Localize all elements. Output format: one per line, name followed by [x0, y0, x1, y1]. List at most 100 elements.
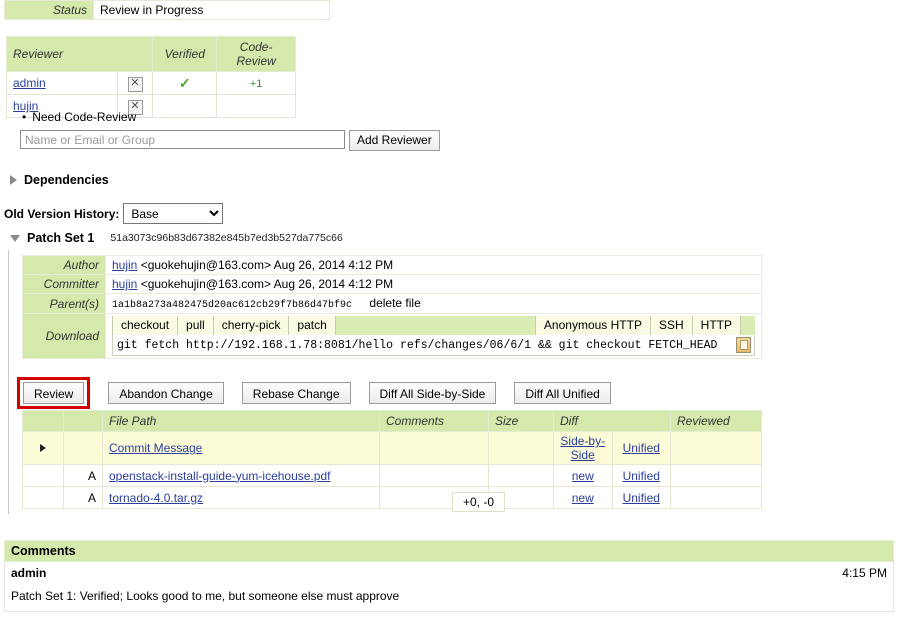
code-review-column-header: Code-Review: [216, 36, 296, 72]
comments-heading: Comments: [4, 540, 894, 562]
code-review-score: +1: [249, 78, 263, 90]
diff-side-by-side-cell: Side-by-Side: [553, 431, 613, 465]
expand-cell[interactable]: [22, 431, 64, 465]
download-scheme-anonymous-http[interactable]: Anonymous HTTP: [535, 316, 651, 335]
committer-row: Committer hujin <guokehujin@163.com> Aug…: [22, 274, 762, 294]
file-link-commit-message[interactable]: Commit Message: [109, 441, 202, 455]
diff-all-unified-button[interactable]: Diff All Unified: [514, 382, 611, 404]
reviewed-column-header: Reviewed: [670, 410, 762, 432]
file-size-cell: [488, 464, 554, 487]
file-table: File Path Comments Size Diff Reviewed Co…: [22, 410, 762, 509]
file-path-cell: tornado-4.0.tar.gz: [102, 486, 380, 509]
verified-cell: ✓: [152, 71, 218, 95]
status-table: Status Review in Progress: [4, 0, 330, 20]
file-table-header-row: File Path Comments Size Diff Reviewed: [22, 410, 762, 432]
status-value: Review in Progress: [93, 0, 330, 20]
diff-unified-cell: Unified: [611, 486, 671, 509]
file-path-cell: Commit Message: [102, 431, 380, 465]
review-button-highlight: Review: [17, 377, 91, 409]
author-link[interactable]: hujin: [112, 258, 137, 272]
download-tab-pull[interactable]: pull: [178, 316, 214, 335]
committer-link[interactable]: hujin: [112, 277, 137, 291]
download-command-text: git fetch http://192.168.1.78:8081/hello…: [117, 338, 718, 352]
diff-side-by-side-link[interactable]: Side-by-Side: [560, 434, 605, 462]
file-status-cell: [63, 431, 103, 465]
committer-value: hujin <guokehujin@163.com> Aug 26, 2014 …: [105, 274, 762, 294]
committer-email: <guokehujin@163.com>: [140, 277, 271, 291]
remove-reviewer-cell: ✕: [116, 71, 154, 95]
download-tab-patch[interactable]: patch: [289, 316, 336, 335]
parents-value: 1a1b8a273a482475d20ac612cb29f7b86d47bf9c…: [105, 293, 762, 314]
reviewers-table: Reviewer Verified Code-Review admin ✕ ✓ …: [5, 36, 296, 118]
patch-set-info-panel: Author hujin <guokehujin@163.com> Aug 26…: [22, 255, 762, 359]
author-value: hujin <guokehujin@163.com> Aug 26, 2014 …: [105, 255, 762, 275]
file-reviewed-cell: [670, 431, 762, 465]
author-email: <guokehujin@163.com>: [140, 258, 271, 272]
review-button[interactable]: Review: [23, 382, 85, 404]
file-status-cell: A: [63, 464, 103, 487]
file-reviewed-cell: [670, 486, 762, 509]
check-icon: ✓: [178, 74, 191, 91]
table-row: A openstack-install-guide-yum-icehouse.p…: [22, 464, 762, 487]
download-tabs-end-spacer: [741, 316, 755, 335]
diff-unified-link[interactable]: Unified: [623, 491, 660, 505]
action-button-row: Review Abandon Change Rebase Change Diff…: [17, 377, 611, 409]
diff-new-link[interactable]: new: [572, 469, 594, 483]
file-size-cell: [488, 431, 554, 465]
download-row: Download checkout pull cherry-pick patch…: [22, 313, 762, 359]
chevron-right-icon[interactable]: [40, 444, 46, 452]
old-version-history-row: Old Version History: Base: [4, 203, 224, 224]
download-value: checkout pull cherry-pick patch Anonymou…: [105, 313, 762, 359]
diff-unified-cell: Unified: [611, 431, 671, 465]
diff-new-link[interactable]: new: [572, 491, 594, 505]
old-version-history-label: Old Version History:: [4, 206, 120, 221]
file-comments-cell: [379, 431, 489, 465]
download-command-box[interactable]: git fetch http://192.168.1.78:8081/hello…: [112, 334, 755, 356]
need-code-review-item: • Need Code-Review: [22, 110, 136, 124]
expand-cell: [22, 486, 64, 509]
code-review-cell: [216, 94, 296, 118]
patch-set-gutter-line: [8, 250, 9, 514]
dependencies-section-toggle[interactable]: Dependencies: [10, 173, 109, 187]
diff-unified-link[interactable]: Unified: [623, 441, 660, 455]
add-reviewer-row: Add Reviewer: [20, 130, 440, 151]
download-scheme-http[interactable]: HTTP: [692, 316, 741, 335]
file-comments-cell: [379, 464, 489, 487]
file-path-cell: openstack-install-guide-yum-icehouse.pdf: [102, 464, 380, 487]
table-row: Commit Message Side-by-Side Unified: [22, 431, 762, 465]
clipboard-icon[interactable]: [736, 337, 751, 353]
status-panel: Status Review in Progress: [4, 0, 330, 20]
parents-row: Parent(s) 1a1b8a273a482475d20ac612cb29f7…: [22, 293, 762, 314]
comments-panel: Comments admin 4:15 PM Patch Set 1: Veri…: [4, 540, 894, 612]
expand-cell: [22, 464, 64, 487]
parents-label: Parent(s): [22, 293, 106, 314]
reviewers-panel: Reviewer Verified Code-Review admin ✕ ✓ …: [5, 36, 296, 118]
parent-commit-message: delete file: [369, 296, 421, 310]
add-reviewer-input[interactable]: [20, 130, 345, 149]
file-link-openstack-guide[interactable]: openstack-install-guide-yum-icehouse.pdf: [109, 469, 330, 483]
rebase-change-button[interactable]: Rebase Change: [241, 382, 351, 404]
diff-totals: +0, -0: [452, 492, 506, 512]
old-version-history-select[interactable]: Base: [123, 203, 224, 224]
file-link-tornado-tarball[interactable]: tornado-4.0.tar.gz: [109, 491, 203, 505]
code-review-cell: +1: [216, 71, 296, 95]
diff-all-side-by-side-button[interactable]: Diff All Side-by-Side: [368, 382, 497, 404]
author-date: Aug 26, 2014 4:12 PM: [273, 258, 394, 272]
committer-date: Aug 26, 2014 4:12 PM: [273, 277, 394, 291]
patch-set-header[interactable]: Patch Set 1 51a3073c96b83d67382e845b7ed3…: [10, 231, 343, 245]
download-tab-cherry-pick[interactable]: cherry-pick: [213, 316, 290, 335]
file-path-column-header: File Path: [102, 410, 380, 432]
status-row: Status Review in Progress: [4, 0, 330, 20]
download-scheme-ssh[interactable]: SSH: [650, 316, 693, 335]
diff-unified-link[interactable]: Unified: [623, 469, 660, 483]
download-tab-checkout[interactable]: checkout: [112, 316, 179, 335]
remove-reviewer-icon[interactable]: ✕: [127, 76, 143, 92]
author-row: Author hujin <guokehujin@163.com> Aug 26…: [22, 255, 762, 275]
chevron-right-icon: [10, 175, 17, 185]
patch-set-sha: 51a3073c96b83d67382e845b7ed3b527da775c66: [110, 232, 343, 244]
download-label: Download: [22, 313, 106, 359]
verified-column-header: Verified: [152, 36, 218, 72]
add-reviewer-button[interactable]: Add Reviewer: [349, 130, 440, 151]
reviewer-link-admin[interactable]: admin: [13, 76, 46, 90]
abandon-change-button[interactable]: Abandon Change: [108, 382, 224, 404]
